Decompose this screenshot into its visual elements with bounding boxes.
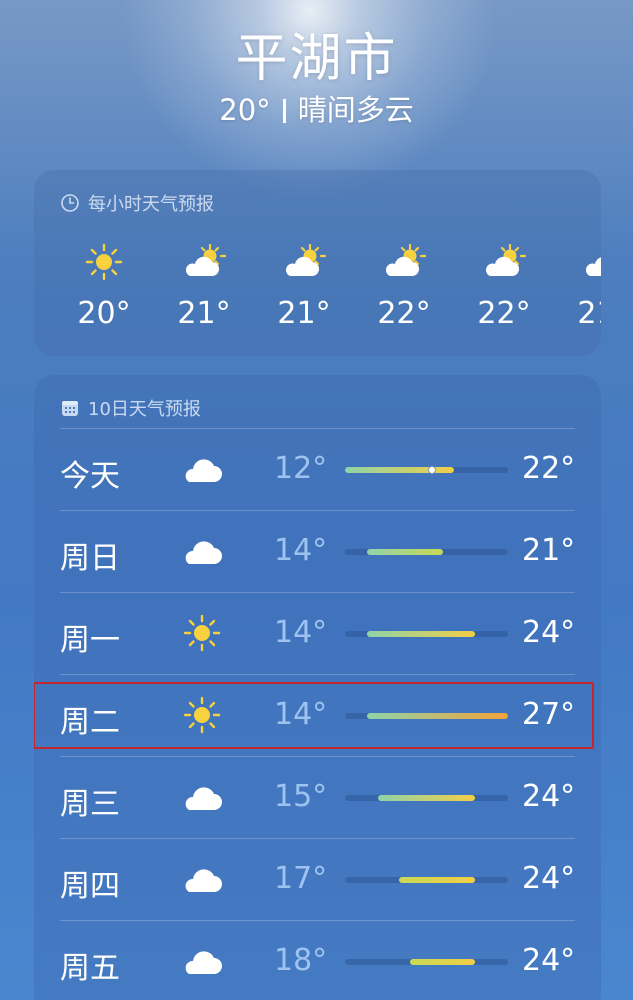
high-temp: 24° bbox=[522, 943, 576, 978]
current-temp: 20° bbox=[219, 93, 271, 127]
low-temp: 18° bbox=[274, 943, 328, 978]
daily-forecast-header: 10日天气预报 bbox=[60, 395, 201, 421]
sun-icon bbox=[54, 242, 154, 282]
temp-range-bar bbox=[366, 713, 508, 719]
low-temp: 14° bbox=[274, 697, 328, 732]
partly-cloudy-icon bbox=[554, 242, 601, 282]
day-row[interactable]: 今天 12° 22° bbox=[34, 429, 601, 511]
temp-range-bar bbox=[377, 795, 476, 801]
high-temp: 27° bbox=[522, 697, 576, 732]
low-temp: 14° bbox=[274, 615, 328, 650]
partly-cloudy-icon bbox=[154, 242, 254, 282]
hourly-item: 22° bbox=[454, 242, 554, 331]
day-name: 周三 bbox=[60, 787, 120, 822]
hourly-item: 21° bbox=[254, 242, 354, 331]
clock-icon bbox=[60, 193, 80, 213]
partly-cloudy-icon bbox=[354, 242, 454, 282]
sun-icon bbox=[179, 613, 225, 653]
hourly-forecast-header: 每小时天气预报 bbox=[60, 190, 214, 216]
hourly-temp: 20° bbox=[77, 296, 131, 331]
temp-range-track bbox=[345, 631, 508, 637]
temp-range-track bbox=[345, 466, 508, 474]
calendar-icon bbox=[60, 398, 80, 418]
hourly-item: 21° bbox=[554, 242, 601, 331]
day-name: 周日 bbox=[60, 541, 120, 576]
day-row[interactable]: 周四 17° 24° bbox=[34, 839, 601, 921]
temp-range-track bbox=[345, 959, 508, 965]
day-name: 周四 bbox=[60, 869, 120, 904]
day-row[interactable]: 周五 18° 24° bbox=[34, 921, 601, 1000]
hourly-item: 22° bbox=[354, 242, 454, 331]
hourly-list[interactable]: 20° 21° 21° 22° 22° 21° bbox=[54, 242, 601, 331]
sun-icon bbox=[179, 695, 225, 735]
hourly-temp: 21° bbox=[177, 296, 231, 331]
temp-range-track bbox=[345, 549, 508, 555]
hourly-forecast-title: 每小时天气预报 bbox=[88, 194, 214, 215]
day-row[interactable]: 周日 14° 21° bbox=[34, 511, 601, 593]
separator bbox=[282, 99, 286, 123]
hourly-item: 20° bbox=[54, 242, 154, 331]
cloud-icon bbox=[179, 777, 225, 817]
cloud-icon bbox=[179, 449, 225, 489]
low-temp: 12° bbox=[274, 451, 328, 486]
cloud-icon bbox=[179, 859, 225, 899]
hourly-temp: 21° bbox=[277, 296, 331, 331]
temp-range-bar bbox=[366, 549, 443, 555]
temp-range-bar bbox=[345, 467, 454, 473]
day-row[interactable]: 周三 15° 24° bbox=[34, 757, 601, 839]
high-temp: 21° bbox=[522, 533, 576, 568]
location-header: 平湖市 20° 晴间多云 bbox=[0, 28, 633, 128]
day-name: 周二 bbox=[60, 705, 120, 740]
hourly-temp: 22° bbox=[477, 296, 531, 331]
temp-range-bar bbox=[399, 877, 476, 883]
temp-range-track bbox=[345, 795, 508, 801]
day-name: 周五 bbox=[60, 951, 120, 986]
daily-forecast-title: 10日天气预报 bbox=[88, 399, 201, 420]
day-row[interactable]: 周一 14° 24° bbox=[34, 593, 601, 675]
temp-range-track bbox=[345, 877, 508, 883]
high-temp: 24° bbox=[522, 861, 576, 896]
temp-range-bar bbox=[366, 631, 476, 637]
daily-forecast-card[interactable]: 10日天气预报 今天 12° 22° 周日 14° 21° 周一 14° 24° 周二 14° 27°… bbox=[34, 375, 601, 1000]
current-condition: 晴间多云 bbox=[297, 93, 414, 127]
cloud-icon bbox=[179, 531, 225, 571]
high-temp: 24° bbox=[522, 615, 576, 650]
hourly-temp: 22° bbox=[377, 296, 431, 331]
temp-range-bar bbox=[410, 959, 476, 965]
city-name: 平湖市 bbox=[235, 29, 398, 89]
low-temp: 15° bbox=[274, 779, 328, 814]
low-temp: 14° bbox=[274, 533, 328, 568]
high-temp: 24° bbox=[522, 779, 576, 814]
hourly-item: 21° bbox=[154, 242, 254, 331]
day-name: 周一 bbox=[60, 623, 120, 658]
day-row[interactable]: 周二 14° 27° bbox=[34, 675, 601, 757]
cloud-icon bbox=[179, 941, 225, 981]
low-temp: 17° bbox=[274, 861, 328, 896]
partly-cloudy-icon bbox=[254, 242, 354, 282]
high-temp: 22° bbox=[522, 451, 576, 486]
partly-cloudy-icon bbox=[454, 242, 554, 282]
current-temp-dot bbox=[427, 466, 436, 474]
day-name: 今天 bbox=[60, 459, 120, 494]
hourly-forecast-card[interactable]: 每小时天气预报 20° 21° 21° 22° 22° 21° bbox=[34, 170, 601, 356]
hourly-temp: 21° bbox=[577, 296, 601, 331]
temp-range-track bbox=[345, 713, 508, 719]
current-summary: 20° 晴间多云 bbox=[0, 92, 633, 128]
